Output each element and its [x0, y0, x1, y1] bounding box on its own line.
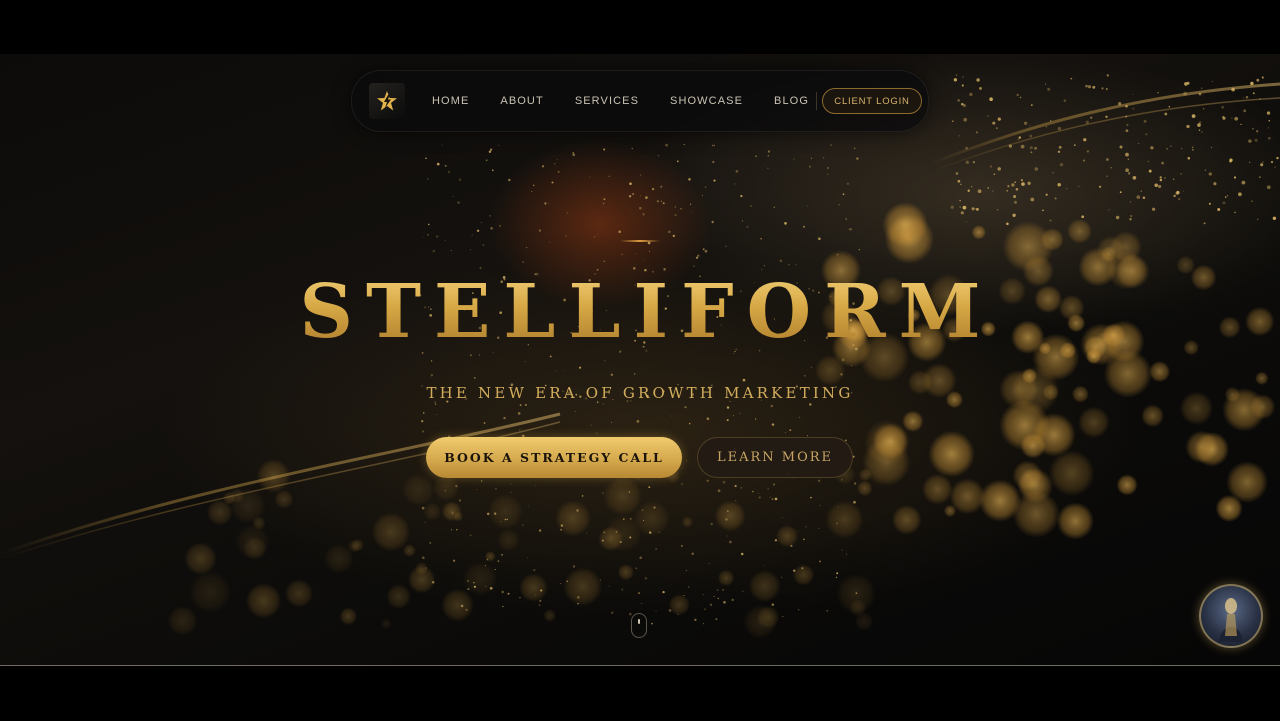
mouse-scroll-icon[interactable] — [631, 613, 647, 638]
nav-links: HOME ABOUT SERVICES SHOWCASE BLOG — [432, 71, 840, 131]
letterbox-top — [0, 0, 1280, 54]
hero-tagline: THE NEW ERA OF GROWTH MARKETING — [426, 384, 854, 402]
star-bolt-icon — [377, 91, 397, 111]
logo-button[interactable] — [369, 83, 405, 119]
book-strategy-call-button[interactable]: BOOK A STRATEGY CALL — [426, 437, 682, 478]
nav-link-showcase[interactable]: SHOWCASE — [670, 95, 743, 107]
nav-link-home[interactable]: HOME — [432, 95, 469, 107]
nav-link-blog[interactable]: BLOG — [774, 95, 809, 107]
assistant-figure — [1219, 598, 1243, 642]
title-accent-line — [620, 240, 660, 242]
brand-title: STELLIFORM — [0, 269, 1280, 355]
nav-link-services[interactable]: SERVICES — [575, 95, 639, 107]
gold-particle-background — [0, 74, 1280, 639]
nav-link-about[interactable]: ABOUT — [500, 95, 543, 107]
learn-more-button[interactable]: LEARN MORE — [697, 437, 853, 478]
assistant-avatar-icon[interactable] — [1199, 584, 1263, 648]
main-navigation: HOME ABOUT SERVICES SHOWCASE BLOG CLIENT… — [351, 70, 929, 132]
scroll-wheel-dot — [638, 619, 640, 624]
letterbox-bottom — [0, 665, 1280, 721]
client-login-button[interactable]: CLIENT LOGIN — [822, 88, 922, 114]
hero-section: HOME ABOUT SERVICES SHOWCASE BLOG CLIENT… — [0, 54, 1280, 665]
nav-divider — [816, 92, 817, 110]
